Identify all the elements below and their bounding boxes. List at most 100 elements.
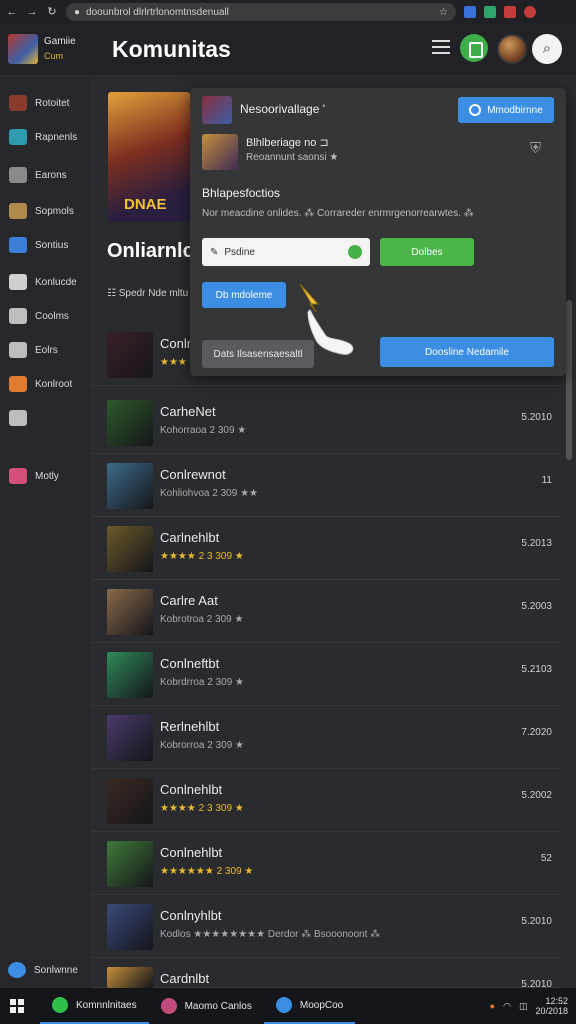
sidebar-item[interactable]: Rapnenls [0,122,92,152]
search-button[interactable]: ⌕ [532,34,562,64]
list-item[interactable]: Cardnlbt 5.2010 [92,959,562,990]
primary-action-button[interactable]: Doosline Nedamile [380,337,554,367]
profile-icon[interactable] [524,6,536,18]
sidebar-item-label: Eolrs [35,344,58,356]
folder-icon [9,308,27,324]
item-value: 5.2013 [521,538,552,549]
list-item[interactable]: Conlnyhlbt Kodlos ★★★★★★★★ Derdor ⁂ Bsooo… [92,896,562,958]
back-icon[interactable]: ← [6,6,18,18]
sidebar-item[interactable]: Sopmols [0,196,92,226]
sidebar-item[interactable]: Eolrs [0,335,92,365]
chat-button[interactable] [460,34,488,62]
game-thumbnail [107,652,153,698]
game-thumbnail [107,967,153,988]
confirm-button[interactable]: Dolbes [380,238,474,266]
reload-icon[interactable]: ↻ [46,6,58,18]
sidebar-item[interactable]: Earons [0,160,92,190]
sidebar-item-label: Sontius [35,239,69,251]
game-thumbnail [107,715,153,761]
list-item[interactable]: Conlnehlbt ★★★★ 2 3 309 ★ 5.2002 [92,770,562,832]
sidebar-item[interactable] [0,403,92,433]
sidebar-item[interactable]: Motly [0,461,92,491]
address-bar[interactable]: ● doounbrol dlrlrtrlonomtnsdenuall ☆ [66,3,456,21]
sidebar-item-label: Earons [35,169,67,181]
user-avatar [202,134,238,170]
app-tray-icon[interactable]: ● [490,1001,495,1011]
sidebar-item-label: Rapnenls [35,131,78,143]
taskbar-app-label: Maomo Canlos [184,1000,252,1012]
list-item[interactable]: Carlnehlbt ★★★★ 2 3 309 ★ 5.2013 [92,518,562,580]
sidebar-item[interactable]: Konlucde [0,267,92,297]
badge-icon[interactable]: ⛨ [530,140,550,158]
item-value: 7.2020 [521,727,552,738]
item-name: Conlnehlbt [160,782,223,797]
game-thumbnail [107,400,153,446]
popup-heading: Bhlapesfoctios [202,186,281,200]
url-text: doounbrol dlrlrtrlonomtnsdenuall [86,6,229,18]
list-item[interactable]: Conlnehlbt ★★★★★★ 2 309 ★ 52 [92,833,562,895]
item-meta: Kohorraoa 2 309 ★ [160,425,247,436]
extension-icon[interactable] [484,6,496,18]
item-name: Cardnlbt [160,971,210,986]
sidebar-item[interactable]: Coolms [0,301,92,331]
chat-icon [9,274,27,290]
game-thumbnail [107,904,153,950]
sidebar-item-label: Konlroot [35,378,73,390]
list-item[interactable]: Conlneftbt Kobrdrroa 2 309 ★ 5.2103 [92,644,562,706]
avatar[interactable] [497,34,527,64]
edit-icon: ✎ [210,246,219,258]
pointer-cursor-icon [299,283,354,355]
heart-icon [9,468,27,484]
user-name: Blhlberiage no ⊐ [246,137,329,149]
item-meta: Kobrorroa 2 309 ★ [160,740,245,751]
start-icon[interactable] [10,999,24,1013]
item-meta: ★★★ [160,357,187,368]
filter-text: Spedr Nde mltu [118,288,189,299]
popup-top-button[interactable]: Mmodbirnne [458,97,554,123]
taskbar: Komnnlnitaes Maomo Canlos MoopCoo ● ◠ ◫ 12… [0,988,576,1024]
clock[interactable]: 12:52 20/2018 [535,996,568,1016]
name-input[interactable]: ✎ Psdine [202,238,370,266]
sidebar-item-label: Motly [35,470,59,482]
hero-label: DNAE [124,196,167,213]
volume-icon[interactable]: ◫ [519,1001,528,1012]
secondary-button[interactable]: Db mdoleme [202,282,286,308]
brand-subtitle: Cum [44,51,64,61]
taskbar-app-label: MoopCoo [299,999,344,1011]
extension-icon[interactable] [464,6,476,18]
sidebar-item-label: Sopmols [35,205,74,217]
app-icon [275,997,292,1013]
app-logo[interactable] [8,34,38,64]
item-name: Conlnyhlbt [160,908,222,923]
filter-icon: ☷ [107,288,119,299]
game-thumbnail [107,463,153,509]
item-value: 5.2010 [521,412,552,423]
extension-icon[interactable] [504,6,516,18]
item-meta: ★★★★ 2 3 309 ★ [160,551,244,562]
list-item[interactable]: CarheNet Kohorraoa 2 309 ★ 5.2010 [92,392,562,454]
list-item[interactable]: Conlrewnot Kohliohvoa 2 309 ★★ 11 [92,455,562,517]
scrollbar[interactable] [566,300,572,460]
filter-bar[interactable]: ☷ Spedr Nde mltu [107,288,188,299]
item-name: Rerlnehlbt [160,719,220,734]
page-title: Komunitas [112,36,231,62]
menu-icon[interactable] [432,40,450,54]
item-meta: Kohliohvoa 2 309 ★★ [160,488,258,499]
sidebar-item-label: Konlucde [35,276,77,288]
bookmark-star-icon[interactable]: ☆ [439,7,448,18]
taskbar-app[interactable]: Maomo Canlos [149,988,264,1024]
sidebar-item[interactable]: Konlroot [0,369,92,399]
sidebar-bottom-item[interactable]: Sonlwnne [8,962,78,978]
forward-icon[interactable]: → [26,6,38,18]
list-item[interactable]: Carlre Aat Kobrotroa 2 309 ★ 5.2003 [92,581,562,643]
taskbar-app[interactable]: Komnnlnitaes [40,988,149,1024]
list-icon [9,342,27,358]
list-item[interactable]: Rerlnehlbt Kobrorroa 2 309 ★ 7.2020 [92,707,562,769]
wifi-icon[interactable]: ◠ [503,1001,511,1012]
game-thumbnail [107,841,153,887]
taskbar-app[interactable]: MoopCoo [263,988,356,1024]
sidebar-item[interactable]: Rotoitet [0,88,92,118]
item-name: CarheNet [160,404,216,419]
brand-name: Gamiie [44,36,76,47]
sidebar-item[interactable]: Sontius [0,230,92,260]
